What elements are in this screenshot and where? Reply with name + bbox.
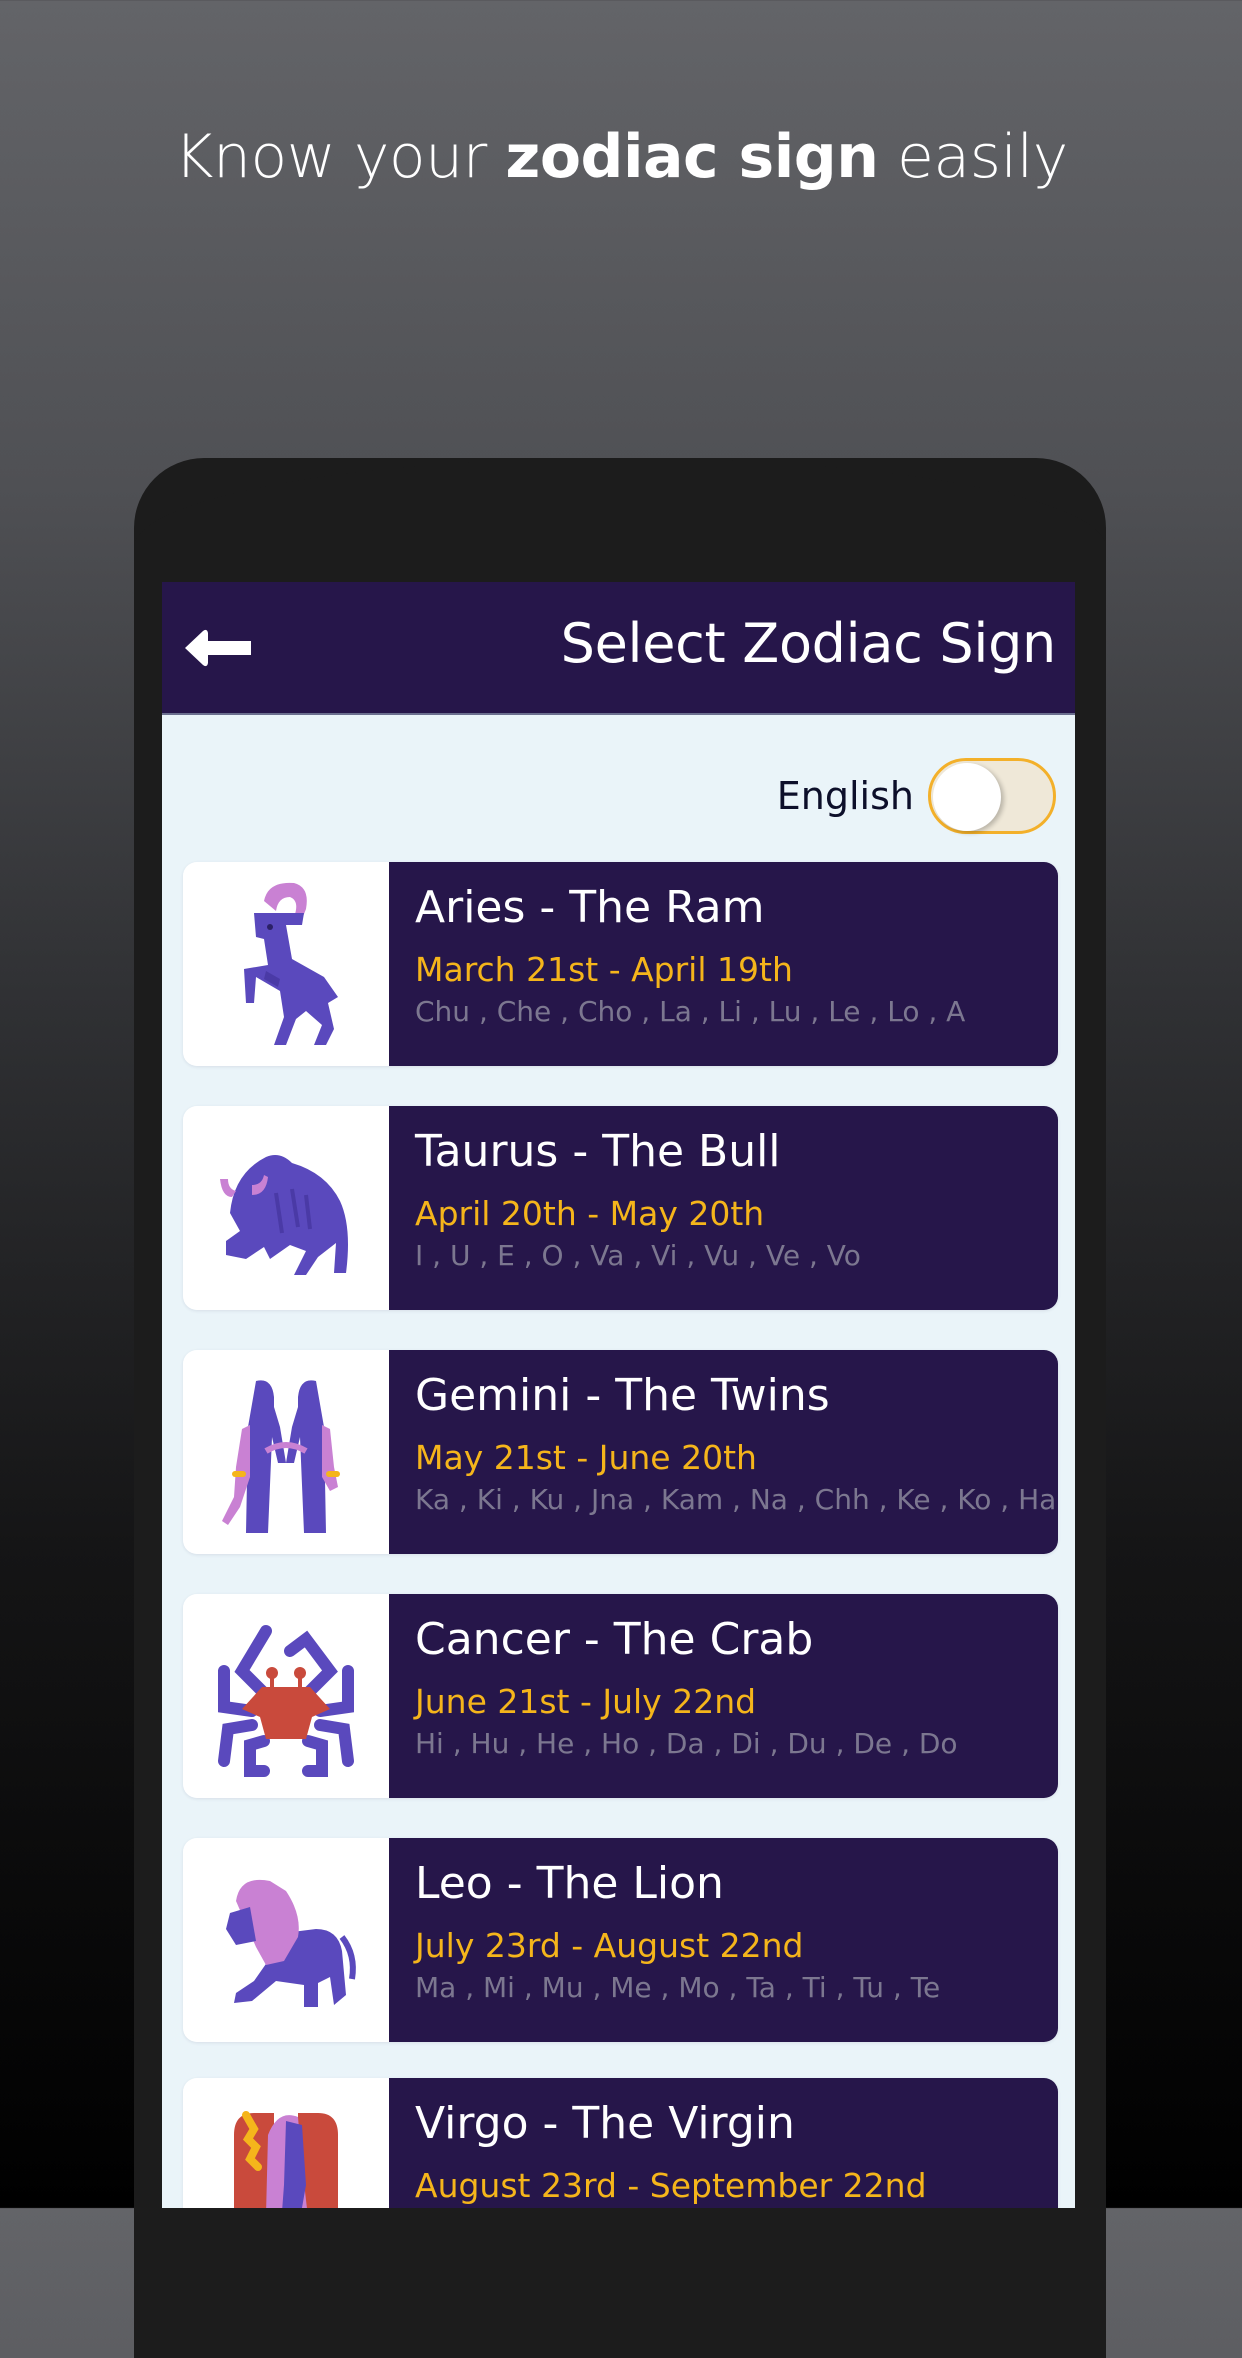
back-button[interactable] — [180, 622, 256, 674]
sign-syllables: I , U , E , O , Va , Vi , Vu , Ve , Vo — [415, 1239, 861, 1272]
sign-info: Cancer - The Crab June 21st - July 22nd … — [389, 1594, 1058, 1798]
ram-icon — [244, 882, 338, 1045]
sign-card-taurus[interactable]: Taurus - The Bull April 20th - May 20th … — [183, 1106, 1058, 1310]
sign-dates: July 23rd - August 22nd — [415, 1926, 804, 1965]
sign-title: Gemini - The Twins — [415, 1370, 830, 1421]
sign-image — [183, 1106, 389, 1310]
app-screen: Select Zodiac Sign English Aries - The R… — [162, 582, 1075, 2208]
sign-dates: August 23rd - September 22nd — [415, 2166, 927, 2205]
sign-image — [183, 2078, 389, 2208]
sign-title: Taurus - The Bull — [415, 1126, 781, 1177]
sign-title: Cancer - The Crab — [415, 1614, 814, 1665]
language-row: English — [777, 754, 1056, 838]
sign-dates: April 20th - May 20th — [415, 1194, 765, 1233]
sign-title: Leo - The Lion — [415, 1858, 724, 1909]
bull-icon — [220, 1155, 348, 1275]
language-label: English — [776, 774, 914, 818]
sign-card-cancer[interactable]: Cancer - The Crab June 21st - July 22nd … — [183, 1594, 1058, 1798]
sign-image — [183, 1594, 389, 1798]
sign-dates: May 21st - June 20th — [415, 1438, 757, 1477]
page-title: Select Zodiac Sign — [560, 612, 1057, 675]
virgin-icon — [234, 2111, 338, 2208]
sign-dates: June 21st - July 22nd — [415, 1682, 757, 1721]
headline-emphasis: zodiac sign — [505, 122, 879, 192]
sign-syllables: Hi , Hu , He , Ho , Da , Di , Du , De , … — [415, 1727, 958, 1760]
sign-info: Taurus - The Bull April 20th - May 20th … — [389, 1106, 1058, 1310]
sign-title: Aries - The Ram — [415, 882, 765, 933]
sign-info: Gemini - The Twins May 21st - June 20th … — [389, 1350, 1058, 1554]
sign-info: Leo - The Lion July 23rd - August 22nd M… — [389, 1838, 1058, 2042]
sign-syllables: Chu , Che , Cho , La , Li , Lu , Le , Lo… — [415, 995, 966, 1028]
back-arrow-icon — [185, 629, 251, 667]
sign-dates: March 21st - April 19th — [415, 950, 793, 989]
sign-card-leo[interactable]: Leo - The Lion July 23rd - August 22nd M… — [183, 1838, 1058, 2042]
crab-icon — [218, 1625, 354, 1777]
sign-card-virgo[interactable]: Virgo - The Virgin August 23rd - Septemb… — [183, 2078, 1058, 2208]
sign-card-gemini[interactable]: Gemini - The Twins May 21st - June 20th … — [183, 1350, 1058, 1554]
sign-info: Virgo - The Virgin August 23rd - Septemb… — [389, 2078, 1058, 2208]
sign-info: Aries - The Ram March 21st - April 19th … — [389, 862, 1058, 1066]
twins-icon — [222, 1380, 340, 1533]
sign-syllables: Ma , Mi , Mu , Me , Mo , Ta , Ti , Tu , … — [415, 1971, 941, 2004]
toggle-knob — [933, 763, 1001, 831]
sign-card-aries[interactable]: Aries - The Ram March 21st - April 19th … — [183, 862, 1058, 1066]
app-header: Select Zodiac Sign — [162, 582, 1075, 715]
language-toggle[interactable] — [928, 758, 1056, 834]
sign-image — [183, 1350, 389, 1554]
headline-part-1: Know your — [174, 122, 506, 192]
sign-syllables: Ka , Ki , Ku , Jna , Kam , Na , Chh , Ke… — [415, 1483, 1057, 1516]
lion-icon — [226, 1879, 356, 2007]
sign-title: Virgo - The Virgin — [415, 2098, 795, 2149]
sign-image — [183, 1838, 389, 2042]
headline-part-2: easily — [878, 122, 1068, 192]
promo-headline: Know your zodiac sign easily — [0, 122, 1242, 192]
sign-image — [183, 862, 389, 1066]
